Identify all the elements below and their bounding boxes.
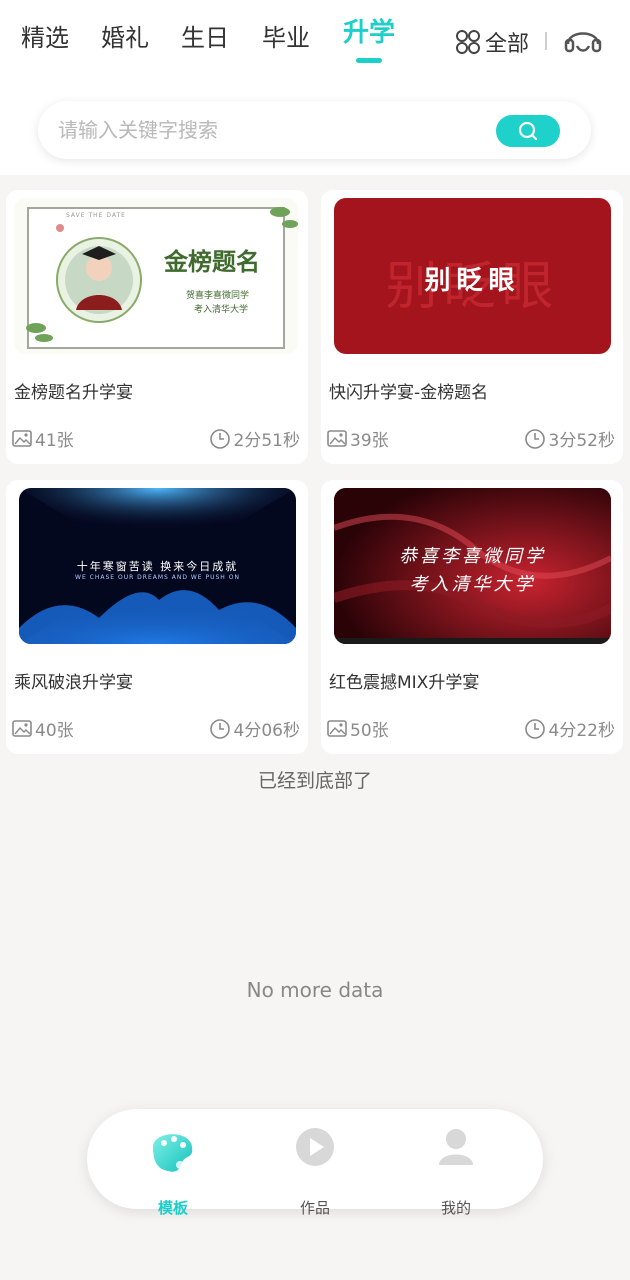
duration-label: 4分06秒	[233, 721, 300, 741]
photo-count-label: 39张	[350, 431, 389, 451]
end-of-list-text: 已经到底部了	[257, 770, 372, 792]
thumbnail-subtitle: WE CHASE OUR DREAMS AND WE PUSH ON	[75, 574, 240, 581]
tab-featured[interactable]: 精选	[21, 20, 69, 56]
template-card[interactable]: 十年寒窗苦读 换来今日成就 WE CHASE OUR DREAMS AND WE…	[6, 480, 308, 754]
image-icon	[12, 719, 32, 737]
duration: 2分51秒	[209, 426, 300, 451]
photo-count: 50张	[327, 716, 389, 741]
tab-birthday[interactable]: 生日	[181, 20, 229, 56]
search-input[interactable]	[58, 113, 478, 147]
photo-count: 40张	[12, 716, 74, 741]
nav-item-works[interactable]: 作品	[270, 1125, 360, 1217]
clock-icon	[524, 718, 545, 739]
template-title: 乘风破浪升学宴	[14, 673, 133, 693]
image-icon	[327, 719, 347, 737]
template-thumbnail: 别眨眼 别眨眼	[334, 198, 611, 354]
photo-count-label: 40张	[35, 721, 74, 741]
template-title: 快闪升学宴-金榜题名	[329, 383, 489, 403]
template-card[interactable]: 金榜题名 贺喜李喜微同学 考入清华大学 SAVE THE DATE 金榜题名升学…	[6, 190, 308, 464]
duration: 3分52秒	[524, 426, 615, 451]
duration-label: 4分22秒	[548, 721, 615, 741]
template-thumbnail: 金榜题名 贺喜李喜微同学 考入清华大学 SAVE THE DATE	[14, 198, 298, 354]
template-card[interactable]: 恭喜李喜微同学 考入清华大学 红色震撼MIX升学宴 50张 4分22秒	[321, 480, 623, 754]
image-icon	[12, 429, 32, 447]
tab-graduation[interactable]: 毕业	[262, 20, 310, 56]
duration: 4分22秒	[524, 716, 615, 741]
all-categories-label: 全部	[485, 32, 530, 57]
nav-label-templates: 模板	[157, 1199, 188, 1217]
bottom-navigation: 模板 作品 我的	[87, 1109, 543, 1217]
nav-label-works: 作品	[299, 1199, 330, 1217]
thumbnail-headline: 十年寒窗苦读 换来今日成就	[76, 560, 239, 573]
thumbnail-subtitle: 考入清华大学	[409, 574, 536, 595]
template-thumbnail: 恭喜李喜微同学 考入清华大学	[334, 488, 611, 644]
photo-count-label: 41张	[35, 431, 74, 451]
category-tabs: 精选 婚礼 生日 毕业 升学 全部	[0, 0, 630, 80]
photo-count-label: 50张	[350, 721, 389, 741]
palette-icon	[153, 1134, 193, 1172]
duration-label: 2分51秒	[233, 431, 300, 451]
search-icon	[518, 121, 538, 141]
clock-icon	[209, 428, 230, 449]
active-tab-indicator	[356, 58, 382, 63]
search-bar	[38, 101, 591, 159]
all-categories-button[interactable]: 全部	[455, 24, 529, 60]
play-icon	[296, 1128, 334, 1166]
duration: 4分06秒	[209, 716, 300, 741]
tab-school-entrance[interactable]: 升学	[343, 15, 395, 51]
headset-icon	[564, 32, 602, 53]
clock-icon	[209, 718, 230, 739]
thumbnail-subtitle: 考入清华大学	[194, 305, 249, 315]
top-header: 精选 婚礼 生日 毕业 升学 全部	[0, 0, 630, 175]
clock-icon	[524, 428, 545, 449]
tab-wedding[interactable]: 婚礼	[101, 20, 149, 56]
thumbnail-banner: SAVE THE DATE	[66, 212, 126, 219]
customer-service-button[interactable]	[563, 22, 603, 58]
header-divider	[545, 32, 547, 50]
duration-label: 3分52秒	[548, 431, 615, 451]
template-card[interactable]: 别眨眼 别眨眼 快闪升学宴-金榜题名 39张 3分52秒	[321, 190, 623, 464]
thumbnail-headline: 金榜题名	[164, 247, 260, 276]
template-thumbnail: 十年寒窗苦读 换来今日成就 WE CHASE OUR DREAMS AND WE…	[19, 488, 296, 644]
image-icon	[327, 429, 347, 447]
thumbnail-headline: 别眨眼	[424, 266, 521, 296]
search-button[interactable]	[496, 115, 560, 147]
user-icon	[439, 1129, 473, 1165]
no-more-data-text: No more data	[246, 978, 384, 1002]
nav-item-profile[interactable]: 我的	[411, 1125, 501, 1217]
grid-icon	[456, 30, 480, 54]
nav-item-templates[interactable]: 模板	[128, 1125, 218, 1217]
photo-count: 41张	[12, 426, 74, 451]
photo-count: 39张	[327, 426, 389, 451]
nav-label-profile: 我的	[440, 1199, 471, 1217]
thumbnail-subtitle: 贺喜李喜微同学	[186, 291, 250, 301]
template-title: 金榜题名升学宴	[14, 383, 133, 403]
template-title: 红色震撼MIX升学宴	[329, 673, 480, 693]
thumbnail-headline: 恭喜李喜微同学	[399, 546, 546, 567]
